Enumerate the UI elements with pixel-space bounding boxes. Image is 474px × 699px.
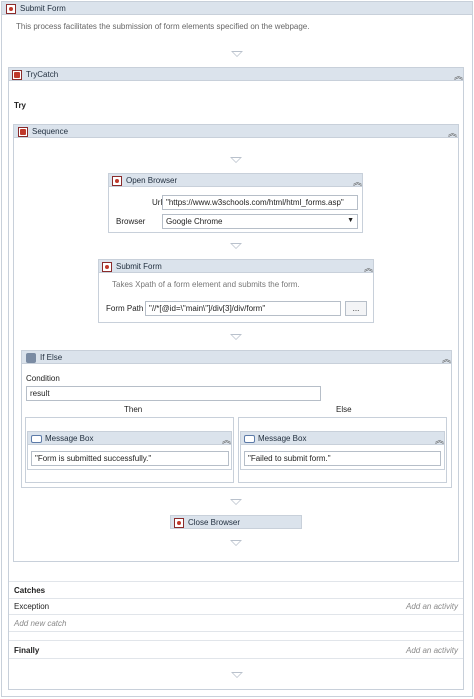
condition-label: Condition [26,374,60,383]
browser-label: Browser [116,217,146,226]
form-path-input[interactable]: "//*[@id=\"main\"]/div[3]/div/form" [145,301,341,316]
flow-arrow-down-icon [230,157,242,163]
submit-form-icon [102,262,112,272]
flow-arrow-down-icon [230,540,242,546]
double-chevron-up-icon[interactable]: ︽ [454,69,463,82]
trycatch-header[interactable]: TryCatch ︽ [8,67,464,82]
trycatch-icon [12,70,22,80]
sequence-icon [18,127,28,137]
message-box-icon [31,435,42,443]
divider [9,658,463,659]
else-label: Else [336,405,352,414]
sequence-title: Sequence [32,127,69,136]
finally-add-activity-link[interactable]: Add an activity [406,646,458,655]
divider [9,598,463,599]
browser-select[interactable]: Google Chrome ▼ [162,214,358,229]
sequence-header[interactable]: Sequence ︽ [13,124,459,139]
then-message-input[interactable]: "Form is submitted successfully." [31,451,229,466]
browser-select-value: Google Chrome [166,217,223,226]
add-activity-link[interactable]: Add an activity [406,602,458,611]
exception-label: Exception [14,602,50,611]
chevron-down-icon: ▼ [347,217,354,224]
submit-form-description: Takes Xpath of a form element and submit… [112,280,300,289]
open-browser-header[interactable]: Open Browser ︽ [108,173,363,188]
flow-arrow-down-icon [231,51,243,57]
close-browser-icon [174,518,184,528]
close-browser-title: Close Browser [188,518,241,527]
activity-icon [6,4,16,14]
flow-arrow-down-icon [231,672,243,678]
submit-form-header[interactable]: Submit Form ︽ [98,259,374,274]
finally-label: Finally [14,646,40,655]
try-label: Try [14,101,27,110]
if-else-icon [26,353,36,363]
then-label: Then [124,405,143,414]
trycatch-title: TryCatch [26,70,59,79]
divider [9,614,463,615]
else-message-box-title: Message Box [258,434,307,443]
form-path-label: Form Path [106,304,144,313]
then-message-box-title: Message Box [45,434,94,443]
if-else-header[interactable]: If Else ︽ [21,350,452,365]
if-else-title: If Else [40,353,63,362]
then-message-box-header[interactable]: Message Box ︽ [27,431,232,446]
flow-arrow-down-icon [230,499,242,505]
double-chevron-up-icon[interactable]: ︽ [353,175,362,188]
add-new-catch-link[interactable]: Add new catch [14,619,66,628]
flow-arrow-down-icon [230,334,242,340]
double-chevron-up-icon[interactable]: ︽ [442,352,451,365]
else-message-box-header[interactable]: Message Box ︽ [240,431,445,446]
condition-input[interactable]: result [26,386,321,401]
double-chevron-up-icon[interactable]: ︽ [364,261,373,274]
root-activity-header[interactable]: Submit Form [1,1,473,15]
close-browser-activity[interactable]: Close Browser [170,515,302,529]
root-activity-title: Submit Form [20,4,66,13]
divider [9,581,463,582]
url-input[interactable]: "https://www.w3schools.com/html/html_for… [162,195,358,210]
flow-arrow-down-icon [230,243,242,249]
submit-form-title: Submit Form [116,262,162,271]
else-message-input[interactable]: "Failed to submit form." [244,451,441,466]
divider [9,631,463,632]
open-browser-icon [112,176,122,186]
catches-label: Catches [14,586,46,595]
form-path-browse-button[interactable]: ... [345,301,367,316]
message-box-icon [244,435,255,443]
url-label: Url [152,198,163,207]
open-browser-title: Open Browser [126,176,178,185]
divider [9,640,463,641]
double-chevron-up-icon[interactable]: ︽ [448,126,457,139]
root-activity-description: This process facilitates the submission … [16,22,310,31]
